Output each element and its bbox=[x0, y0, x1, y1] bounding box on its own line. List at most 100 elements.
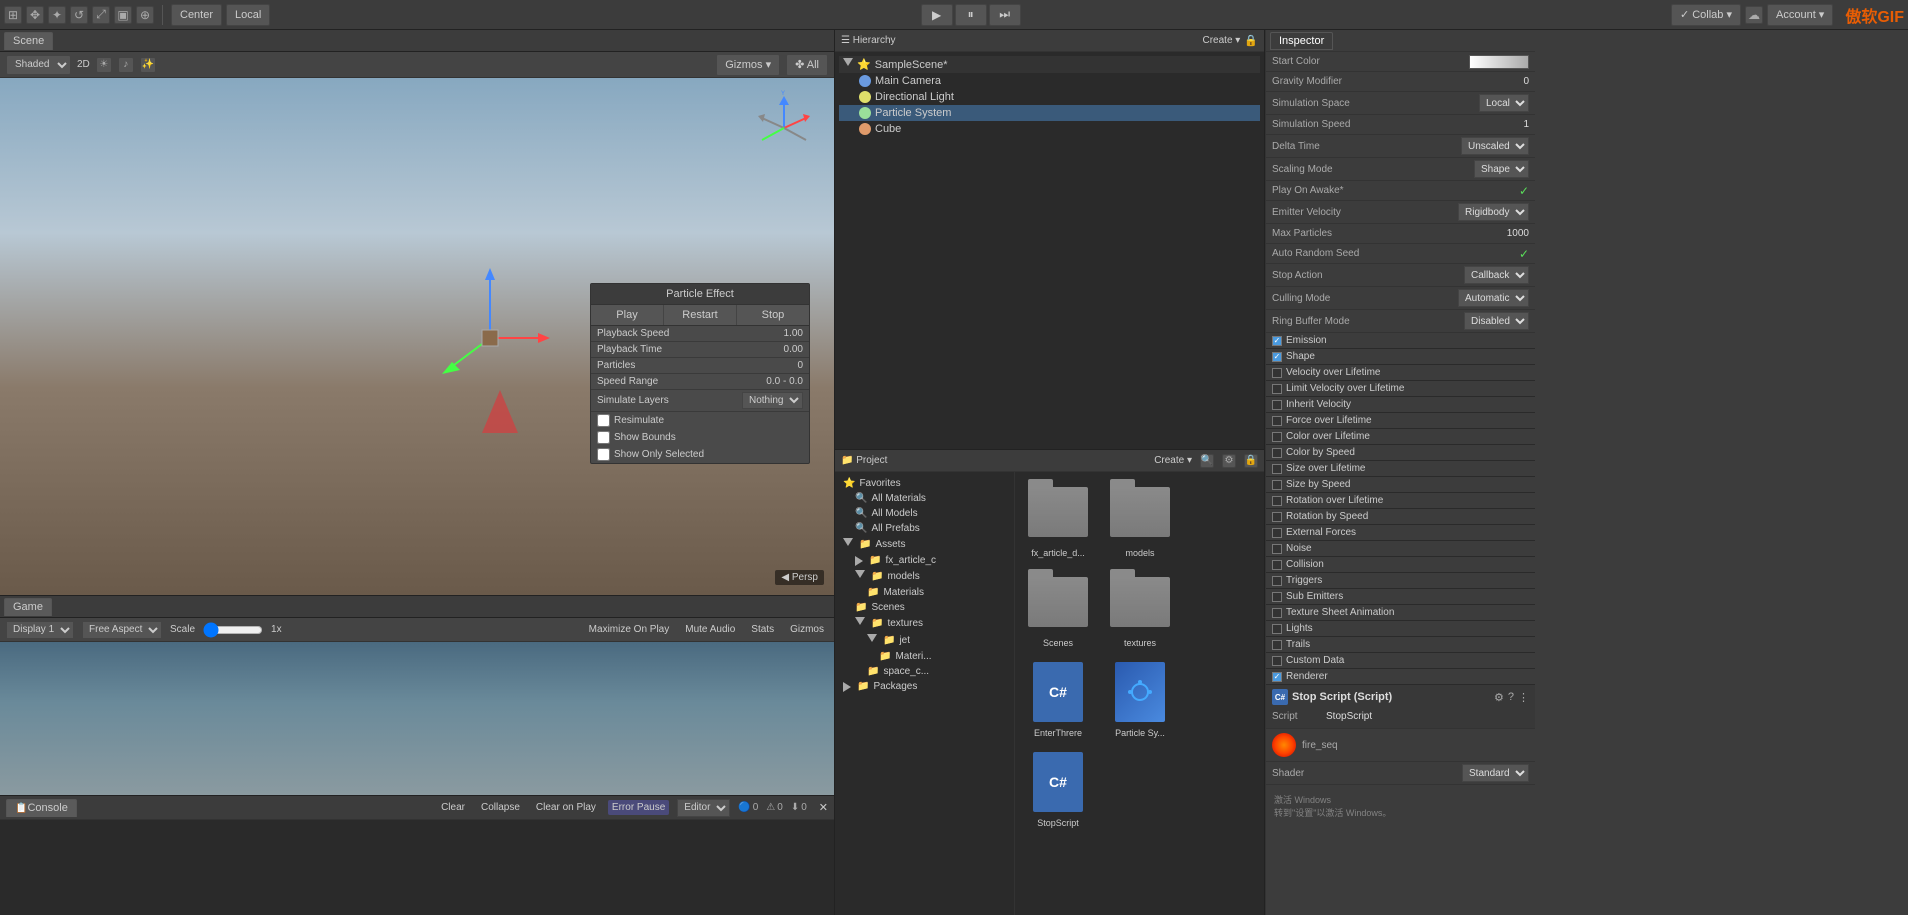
asset-stop-script[interactable]: C# StopScript bbox=[1023, 750, 1093, 828]
models-tree-item[interactable]: 📁 models bbox=[839, 568, 1010, 585]
cloud-icon[interactable]: ☁ bbox=[1745, 6, 1763, 24]
module-checkbox-15[interactable]: Triggers bbox=[1266, 573, 1535, 589]
all-prefabs-item[interactable]: 🔍 All Prefabs bbox=[839, 521, 1010, 536]
favorites-item[interactable]: ⭐ Favorites bbox=[839, 476, 1010, 491]
ring-buffer-mode-dropdown[interactable]: Disabled bbox=[1464, 312, 1529, 330]
hierarchy-create-button[interactable]: Create ▾ bbox=[1202, 35, 1240, 46]
particle-stop-button[interactable]: Stop bbox=[737, 305, 809, 325]
module-checkbox-7[interactable]: Color by Speed bbox=[1266, 445, 1535, 461]
collapse-button[interactable]: Collapse bbox=[477, 800, 524, 815]
fx-article-item[interactable]: 📁 fx_article_c bbox=[839, 553, 1010, 568]
module-checkbox-19[interactable]: Trails bbox=[1266, 637, 1535, 653]
checkbox-input[interactable] bbox=[1272, 576, 1282, 586]
script-settings-icon[interactable]: ⚙ bbox=[1494, 691, 1504, 704]
hand-tool-icon[interactable]: ✥ bbox=[26, 6, 44, 24]
stop-action-dropdown[interactable]: Callback bbox=[1464, 266, 1529, 284]
module-checkbox-14[interactable]: Collision bbox=[1266, 557, 1535, 573]
checkbox-input[interactable] bbox=[1272, 608, 1282, 618]
hierarchy-item-particle[interactable]: Particle System bbox=[839, 105, 1260, 121]
checkbox-input[interactable] bbox=[1272, 592, 1282, 602]
module-checkbox-9[interactable]: Size by Speed bbox=[1266, 477, 1535, 493]
module-checkbox-17[interactable]: Texture Sheet Animation bbox=[1266, 605, 1535, 621]
module-checkbox-10[interactable]: Rotation over Lifetime bbox=[1266, 493, 1535, 509]
simulate-layers-dropdown[interactable]: Nothing bbox=[742, 392, 803, 409]
checkbox-input[interactable] bbox=[1272, 432, 1282, 442]
checkbox-input[interactable] bbox=[1272, 544, 1282, 554]
hierarchy-lock-icon[interactable]: 🔒 bbox=[1244, 34, 1258, 47]
module-checkbox-3[interactable]: Limit Velocity over Lifetime bbox=[1266, 381, 1535, 397]
module-checkbox-11[interactable]: Rotation by Speed bbox=[1266, 509, 1535, 525]
checkbox-input[interactable] bbox=[1272, 480, 1282, 490]
clear-on-play-button[interactable]: Clear on Play bbox=[532, 800, 600, 815]
module-checkbox-21[interactable]: ✓ Renderer bbox=[1266, 669, 1535, 685]
step-button[interactable]: ⏭ bbox=[989, 4, 1021, 26]
scale-slider[interactable] bbox=[203, 623, 263, 637]
checkbox-input[interactable] bbox=[1272, 400, 1282, 410]
scaling-mode-dropdown[interactable]: Shape bbox=[1474, 160, 1529, 178]
module-checkbox-6[interactable]: Color over Lifetime bbox=[1266, 429, 1535, 445]
console-tab[interactable]: 📋 Console bbox=[6, 799, 77, 817]
editor-dropdown[interactable]: Editor bbox=[677, 799, 730, 817]
pause-button[interactable]: ⏸ bbox=[955, 4, 987, 26]
checkbox-input[interactable] bbox=[1272, 528, 1282, 538]
checkbox-input[interactable] bbox=[1272, 640, 1282, 650]
all-materials-item[interactable]: 🔍 All Materials bbox=[839, 491, 1010, 506]
asset-models[interactable]: models bbox=[1105, 480, 1175, 558]
project-search-icon[interactable]: 🔍 bbox=[1200, 454, 1214, 468]
inspector-tab[interactable]: Inspector bbox=[1270, 32, 1333, 50]
account-button[interactable]: Account ▾ bbox=[1767, 4, 1833, 26]
game-tab[interactable]: Game bbox=[4, 598, 52, 616]
audio-icon[interactable]: ♪ bbox=[118, 57, 134, 73]
play-button[interactable]: ▶ bbox=[921, 4, 953, 26]
checkbox-input[interactable] bbox=[1272, 512, 1282, 522]
checkbox-input[interactable] bbox=[1272, 416, 1282, 426]
module-checkbox-13[interactable]: Noise bbox=[1266, 541, 1535, 557]
error-pause-button[interactable]: Error Pause bbox=[608, 800, 669, 815]
checkbox-input[interactable] bbox=[1272, 496, 1282, 506]
clear-button[interactable]: Clear bbox=[437, 800, 469, 815]
module-checkbox-12[interactable]: External Forces bbox=[1266, 525, 1535, 541]
materials-sub-item[interactable]: 📁 Materi... bbox=[839, 649, 1010, 664]
module-checkbox-2[interactable]: Velocity over Lifetime bbox=[1266, 365, 1535, 381]
display-select[interactable]: Display 1 bbox=[6, 621, 74, 639]
module-checkbox-0[interactable]: ✓ Emission bbox=[1266, 333, 1535, 349]
view-gizmo[interactable]: Y bbox=[754, 88, 814, 158]
project-lock-icon[interactable]: 🔒 bbox=[1244, 454, 1258, 468]
rect-tool-icon[interactable]: ▣ bbox=[114, 6, 132, 24]
move-tool-icon[interactable]: ✦ bbox=[48, 6, 66, 24]
asset-textures[interactable]: textures bbox=[1105, 570, 1175, 648]
hierarchy-item-cube[interactable]: Cube bbox=[839, 121, 1260, 137]
stats-button[interactable]: Stats bbox=[747, 622, 778, 637]
lights-icon[interactable]: ☀ bbox=[96, 57, 112, 73]
scene-tab[interactable]: Scene bbox=[4, 32, 53, 50]
resimulate-checkbox[interactable] bbox=[597, 414, 610, 427]
simulation-space-dropdown[interactable]: Local bbox=[1479, 94, 1529, 112]
materials-tree-item[interactable]: 📁 Materials bbox=[839, 585, 1010, 600]
hierarchy-item-light[interactable]: Directional Light bbox=[839, 89, 1260, 105]
culling-mode-dropdown[interactable]: Automatic bbox=[1458, 289, 1529, 307]
show-bounds-checkbox[interactable] bbox=[597, 431, 610, 444]
hierarchy-item-camera[interactable]: Main Camera bbox=[839, 73, 1260, 89]
module-checkbox-4[interactable]: Inherit Velocity bbox=[1266, 397, 1535, 413]
script-more-icon[interactable]: ⋮ bbox=[1518, 691, 1529, 704]
asset-particle-system[interactable]: Particle Sy... bbox=[1105, 660, 1175, 738]
gizmos-button[interactable]: Gizmos bbox=[786, 622, 828, 637]
project-create-button[interactable]: Create ▾ bbox=[1154, 455, 1192, 466]
show-only-selected-checkbox[interactable] bbox=[597, 448, 610, 461]
collab-button[interactable]: ✓ Collab ▾ bbox=[1671, 4, 1741, 26]
shading-mode-select[interactable]: Shaded bbox=[6, 55, 71, 75]
transform-tool-icon[interactable]: ⊕ bbox=[136, 6, 154, 24]
checkbox-input[interactable]: ✓ bbox=[1272, 352, 1282, 362]
shader-dropdown[interactable]: Standard bbox=[1462, 764, 1529, 782]
checkbox-input[interactable] bbox=[1272, 448, 1282, 458]
assets-item[interactable]: 📁 Assets bbox=[839, 536, 1010, 553]
gizmos-button[interactable]: Gizmos ▾ bbox=[716, 54, 780, 76]
scenes-tree-item[interactable]: 📁 Scenes bbox=[839, 600, 1010, 615]
module-checkbox-18[interactable]: Lights bbox=[1266, 621, 1535, 637]
project-settings-icon[interactable]: ⚙ bbox=[1222, 454, 1236, 468]
script-help-icon[interactable]: ? bbox=[1508, 691, 1514, 704]
close-console-icon[interactable]: ✕ bbox=[819, 801, 828, 814]
unity-logo-icon[interactable]: ⊞ bbox=[4, 6, 22, 24]
delta-time-dropdown[interactable]: Unscaled bbox=[1461, 137, 1529, 155]
checkbox-input[interactable] bbox=[1272, 656, 1282, 666]
